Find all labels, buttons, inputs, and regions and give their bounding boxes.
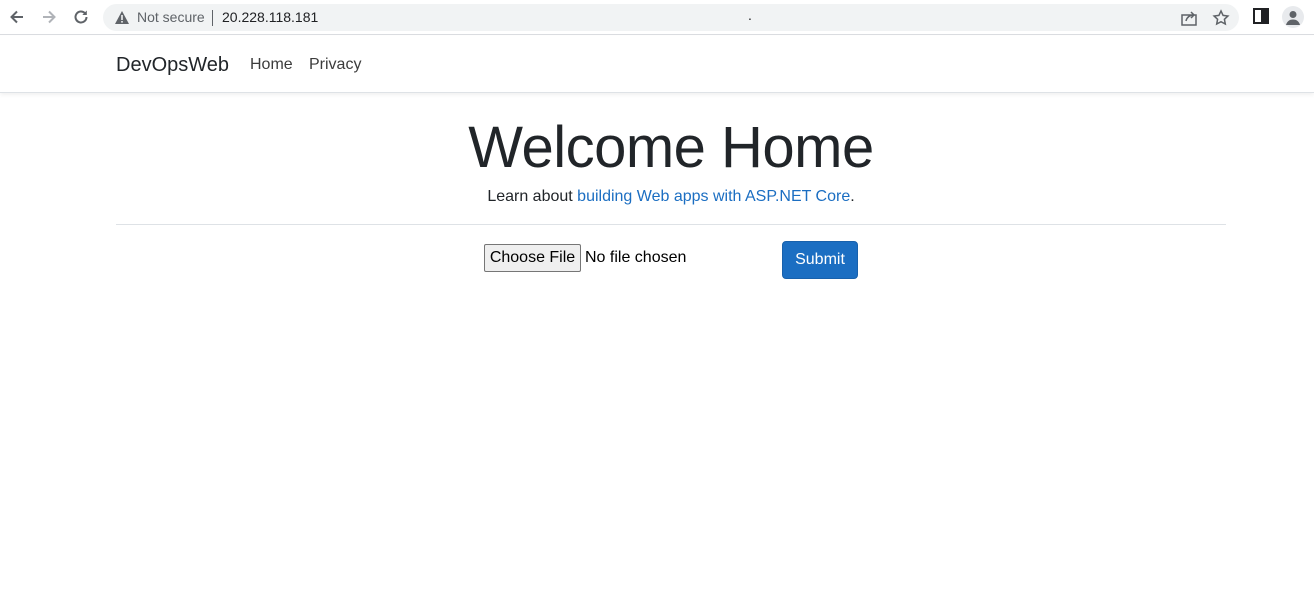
- security-status[interactable]: Not secure: [137, 9, 205, 25]
- profile-icon: [1286, 11, 1300, 25]
- docs-link[interactable]: building Web apps with ASP.NET Core: [577, 188, 850, 205]
- warning-icon: [115, 11, 129, 24]
- url-text[interactable]: 20.228.118.181: [222, 9, 318, 25]
- site-navbar: DevOpsWeb Home Privacy: [0, 36, 1314, 93]
- lead-prefix: Learn about: [487, 188, 578, 205]
- back-arrow-icon: [10, 10, 23, 24]
- forward-arrow-icon: [43, 10, 56, 24]
- brand-link[interactable]: DevOpsWeb: [116, 54, 229, 77]
- back-button[interactable]: [5, 5, 29, 29]
- submit-button[interactable]: Submit: [782, 241, 858, 279]
- lead-text: Learn about building Web apps with ASP.N…: [0, 188, 1314, 206]
- lead-suffix: .: [850, 188, 855, 205]
- profile-avatar[interactable]: [1282, 6, 1304, 28]
- bookmark-star-icon[interactable]: [1212, 9, 1230, 27]
- divider: [116, 224, 1226, 225]
- browser-toolbar: Not secure 20.228.118.181 .: [0, 0, 1314, 35]
- reload-icon: [74, 10, 88, 24]
- page-title: Welcome Home: [468, 115, 874, 180]
- stray-dot: .: [748, 7, 752, 23]
- nav-link-privacy[interactable]: Privacy: [309, 56, 361, 74]
- share-icon[interactable]: [1180, 9, 1198, 27]
- forward-button[interactable]: [37, 5, 61, 29]
- address-bar[interactable]: Not secure 20.228.118.181 .: [103, 4, 1239, 31]
- reload-button[interactable]: [69, 5, 93, 29]
- file-status-text: No file chosen: [585, 249, 687, 266]
- side-panel-icon[interactable]: [1251, 6, 1271, 26]
- omnibox-separator: [212, 10, 213, 26]
- choose-file-button[interactable]: Choose File: [484, 244, 581, 272]
- nav-link-home[interactable]: Home: [250, 56, 293, 74]
